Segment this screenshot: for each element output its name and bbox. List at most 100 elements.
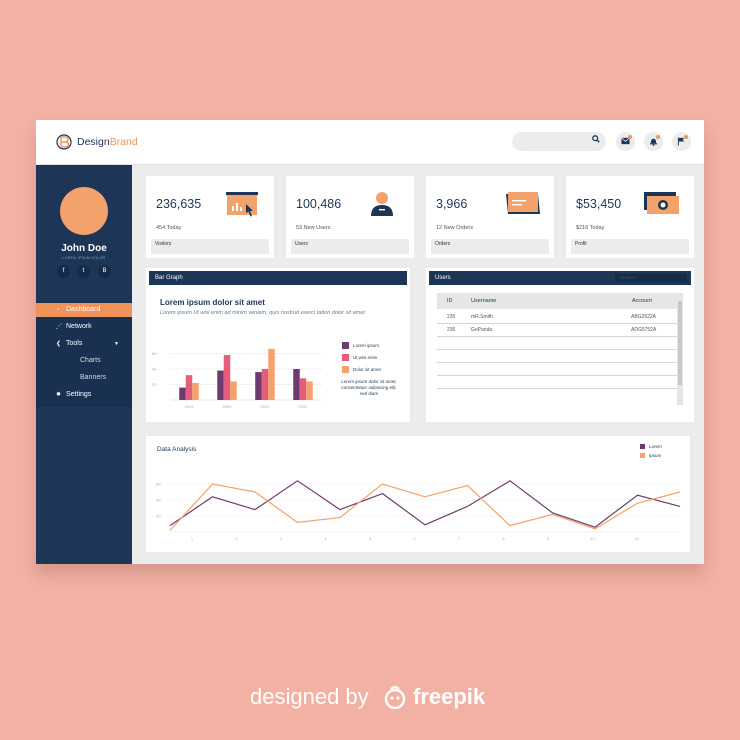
x-tick-label: 9: [547, 536, 550, 541]
freepik-logo-icon: [384, 685, 406, 709]
bar: [261, 369, 269, 400]
presentation-icon: [226, 192, 258, 217]
table-row-empty: [437, 349, 677, 350]
behance-icon[interactable]: B: [98, 265, 111, 278]
legend-swatch: [342, 342, 349, 349]
legend-swatch: [640, 444, 645, 449]
kpi-card-users[interactable]: 100,486 53 New Users Users: [286, 176, 414, 258]
data-analysis-title: Data Analysis: [157, 446, 197, 453]
table-row-empty: [437, 388, 677, 389]
bar: [255, 372, 262, 400]
bar: [268, 348, 275, 400]
notifications-button[interactable]: [644, 132, 663, 151]
bar: [293, 369, 300, 400]
dashboard-window: DesignBrand John Doe LOREM IPSUM DOLOR f…: [36, 120, 704, 564]
bar: [223, 355, 231, 400]
bar-graph-description: Lorem ipsum Ut wisi enim ad minim veniam…: [160, 310, 365, 316]
x-tick-label: 4: [324, 536, 327, 541]
bar: [185, 375, 193, 400]
sidebar-item-settings[interactable]: ✹ Settings: [36, 388, 132, 402]
x-tick-label: 11: [635, 536, 640, 541]
network-icon: ⋰: [56, 324, 62, 330]
panel-header: Users SEARCH: [429, 271, 691, 285]
gear-icon: ✹: [56, 392, 62, 398]
table-row-empty: [437, 375, 677, 376]
x-tick-label: 6: [413, 536, 416, 541]
table-header: ID Username Account: [437, 293, 677, 309]
y-tick-label: 40: [156, 498, 161, 503]
table-row[interactable]: 235 mR.Smith ABG2622A: [437, 311, 677, 324]
sidebar-item-charts[interactable]: Charts: [36, 354, 132, 368]
mail-button[interactable]: [616, 132, 635, 151]
panel-header: Bar Graph: [149, 271, 407, 285]
table-row-empty: [437, 362, 677, 363]
bar-graph-title: Lorem ipsum dolor sit amet: [160, 298, 265, 307]
search-input[interactable]: [512, 132, 606, 151]
user-icon: [371, 192, 393, 216]
x-tick-label: 2019: [185, 404, 195, 409]
x-tick-label: 2021: [261, 404, 271, 409]
camera-icon: [644, 192, 679, 214]
legend-swatch: [640, 453, 645, 458]
users-panel: Users SEARCH ID Username Account 235 mR.…: [426, 268, 694, 422]
legend-swatch: [342, 354, 349, 361]
sidebar: John Doe LOREM IPSUM DOLOR f t B ◔ Dashb…: [36, 165, 132, 564]
sidebar-item-banners[interactable]: Banners: [36, 371, 132, 385]
x-tick-label: 2022: [299, 404, 309, 409]
kpi-card-profit[interactable]: $53,450 $216 Today Profit: [566, 176, 694, 258]
bar: [217, 370, 224, 400]
x-tick-label: 10: [590, 536, 595, 541]
sidebar-item-network[interactable]: ⋰ Network: [36, 320, 132, 334]
user-name: John Doe: [61, 243, 107, 254]
brand-name: DesignBrand: [77, 136, 138, 148]
chevron-left-icon: ❮: [56, 341, 62, 347]
line-chart: 20 40 60 1 2 3 4 5 6 7 8 9 10 11: [156, 480, 681, 541]
y-tick-label: 20: [152, 382, 157, 387]
bar: [179, 387, 186, 400]
bar: [306, 381, 313, 400]
table-scrollbar[interactable]: [677, 293, 683, 405]
brand-logo-icon: [56, 134, 72, 150]
users-table: ID Username Account 235 mR.Smith ABG2622…: [437, 293, 683, 405]
bar-graph-panel: Bar Graph Lorem ipsum dolor sit amet Lor…: [146, 268, 410, 422]
flag-button[interactable]: [672, 132, 691, 151]
bar: [299, 378, 307, 400]
dashboard-icon: ◔: [56, 307, 60, 313]
notification-dot: [656, 135, 660, 139]
facebook-icon[interactable]: f: [57, 265, 70, 278]
kpi-card-orders[interactable]: 3,966 12 New Orders Orders: [426, 176, 554, 258]
scrollbar-thumb[interactable]: [678, 301, 682, 385]
series-line: [169, 480, 681, 528]
y-tick-label: 60: [156, 482, 161, 487]
sidebar-item-tools[interactable]: ❮ Tools ▼: [36, 337, 132, 351]
user-search-input[interactable]: SEARCH: [615, 274, 687, 282]
top-bar: DesignBrand: [36, 120, 704, 165]
y-tick-label: 60: [152, 351, 157, 356]
sidebar-item-dashboard[interactable]: ◔ Dashboard: [36, 303, 132, 317]
user-subtitle: LOREM IPSUM DOLOR: [62, 256, 106, 260]
notification-dot: [628, 135, 632, 139]
x-tick-label: 2: [235, 536, 238, 541]
legend-note: Lorem ipsum dolor sit amet, consectetuer…: [341, 379, 397, 396]
watermark: designed by freepik: [250, 684, 486, 709]
avatar[interactable]: [60, 187, 108, 235]
table-row[interactable]: 236 GoPanda ADG5752A: [437, 324, 677, 337]
x-tick-label: 7: [458, 536, 461, 541]
kpi-card-visitors[interactable]: 236,635 454 Today Visitors: [146, 176, 274, 258]
bar: [192, 382, 199, 400]
x-tick-label: 5: [369, 536, 372, 541]
x-tick-label: 8: [502, 536, 505, 541]
y-tick-label: 20: [156, 514, 161, 519]
bar: [230, 381, 237, 400]
ticket-icon: [506, 192, 540, 214]
y-tick-label: 40: [152, 367, 157, 372]
caret-down-icon: ▼: [114, 341, 119, 347]
notification-dot: [684, 135, 688, 139]
x-tick-label: 2020: [223, 404, 233, 409]
legend-swatch: [342, 366, 349, 373]
bar-chart: 20 40 60 2019 2020 2021 2022: [152, 348, 322, 409]
search-icon[interactable]: [592, 135, 600, 143]
data-analysis-panel: Data Analysis Lorem Ipsum 20 40 60 1 2 3 4 5 6 7 8…: [146, 436, 690, 552]
twitter-icon[interactable]: t: [77, 265, 90, 278]
x-tick-label: 3: [280, 536, 283, 541]
